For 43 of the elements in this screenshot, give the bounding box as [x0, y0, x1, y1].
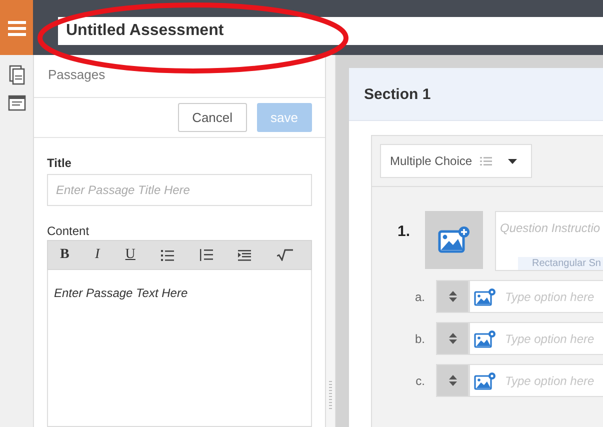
underline-button[interactable]: U [125, 247, 136, 263]
add-image-icon[interactable] [474, 288, 496, 306]
question-type-dropdown[interactable]: Multiple Choice [380, 144, 532, 178]
passage-title-field[interactable]: Enter Passage Title Here [47, 174, 312, 206]
caret-icon [508, 158, 518, 164]
sort-icon [448, 333, 456, 344]
section-title: Section 1 [364, 86, 431, 102]
menu-icon [8, 20, 26, 36]
assessment-title-field[interactable]: Untitled Assessment [58, 17, 603, 45]
editor-placeholder: Enter Passage Text Here [54, 286, 188, 300]
passage-text-field[interactable]: Enter Passage Text Here [47, 270, 312, 427]
field-label: Title [47, 156, 72, 170]
field-placeholder: Question Instructio [500, 221, 600, 235]
option-letter: b. [414, 332, 426, 346]
sort-icon [448, 375, 456, 386]
question-number: 1. [396, 222, 411, 240]
passages-heading: Passages [34, 55, 325, 98]
add-image-button[interactable] [425, 211, 483, 269]
field-placeholder: Type option here [505, 374, 594, 388]
document-icon [8, 65, 24, 85]
cancel-button[interactable]: Cancel [178, 103, 247, 132]
resize-handle-icon[interactable] [329, 381, 332, 411]
reorder-handle[interactable] [436, 322, 469, 355]
option-letter: a. [414, 290, 426, 304]
italic-button[interactable]: I [94, 247, 100, 263]
list-icon [480, 156, 492, 166]
reorder-handle[interactable] [436, 364, 469, 397]
suggestion-chip: Rectangular Sn [518, 257, 603, 270]
bulleted-list-icon[interactable] [161, 250, 174, 260]
field-label: Content [47, 224, 90, 238]
add-image-icon[interactable] [474, 330, 496, 348]
field-placeholder: Type option here [505, 290, 594, 304]
add-image-icon[interactable] [474, 372, 496, 390]
sort-icon [448, 291, 456, 302]
indent-icon[interactable] [238, 250, 252, 260]
document-icon [8, 95, 26, 111]
field-placeholder: Type option here [505, 332, 594, 346]
reorder-handle[interactable] [436, 280, 469, 313]
square-root-icon[interactable] [276, 249, 293, 261]
numbered-list-icon[interactable] [200, 249, 213, 261]
option-letter: c. [414, 374, 426, 388]
add-image-icon [438, 226, 470, 254]
bold-button[interactable]: B [60, 247, 70, 263]
